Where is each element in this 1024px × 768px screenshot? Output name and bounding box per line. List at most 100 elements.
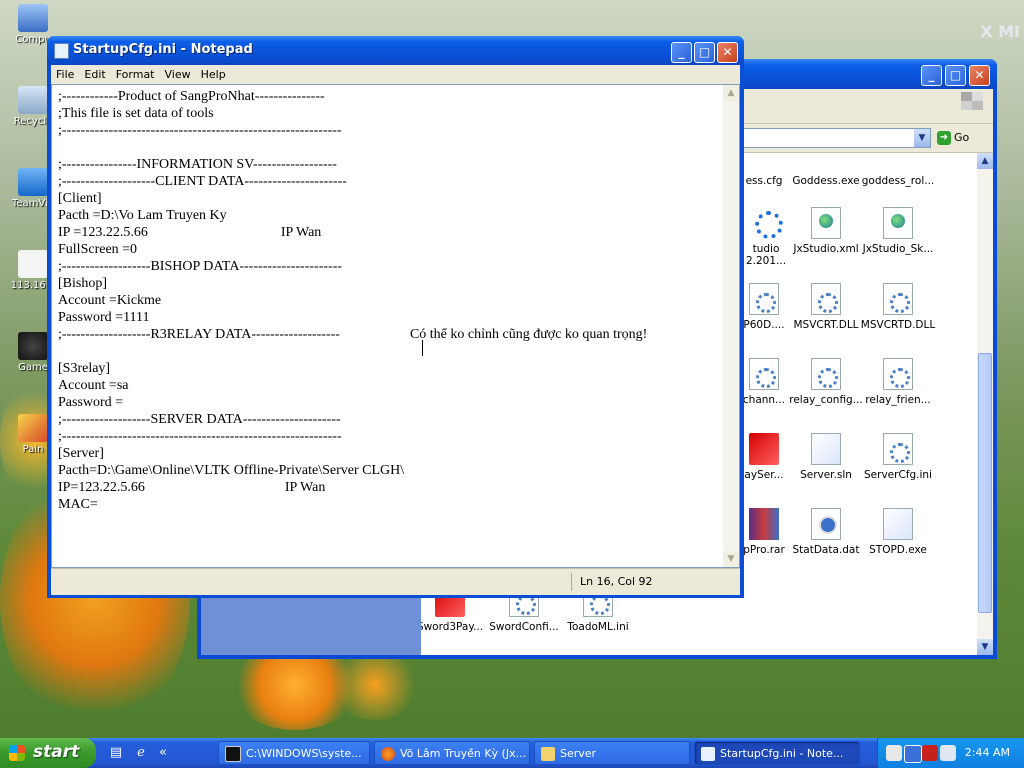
firefox-icon [381, 747, 395, 761]
file-name: Goddess.exe [792, 175, 860, 187]
close-button[interactable]: ✕ [969, 65, 990, 86]
file-name: STOPD.exe [869, 544, 927, 556]
network-icon[interactable] [940, 745, 956, 761]
gear-icon [883, 283, 913, 315]
taskbar: start ▤ ℯ « C:\WINDOWS\syste... Võ Lâm T… [0, 738, 1024, 768]
gear-icon [749, 358, 779, 390]
text-line [58, 343, 647, 360]
rar-archive-icon [749, 508, 779, 540]
text-line: Account =Kickme [58, 293, 162, 308]
cursor-position: Ln 16, Col 92 [571, 573, 736, 591]
file-name: ess.cfg [745, 175, 783, 187]
exe-file-icon [883, 508, 913, 540]
text-line: ;-------------------BISHOP DATA---------… [58, 259, 343, 274]
cmd-icon [225, 746, 241, 762]
file-item[interactable]: relay_frien... [859, 358, 937, 406]
gear-icon [811, 358, 841, 390]
task-label: C:\WINDOWS\syste... [246, 747, 362, 760]
menu-edit[interactable]: Edit [79, 65, 110, 81]
file-item[interactable]: relay_config... [787, 358, 865, 406]
text-line: FullScreen =0 [58, 242, 138, 257]
scroll-down-button[interactable]: ▼ [977, 639, 993, 655]
text-line: Pacth =D:\Vo Lam Truyen Ky [58, 208, 227, 223]
show-desktop-icon[interactable]: ▤ [108, 745, 124, 761]
desktop-icon-label: Game [18, 362, 48, 373]
text-line: Password =1111 [58, 310, 150, 325]
file-item[interactable]: MSVCRT.DLL [787, 283, 865, 331]
minimize-button[interactable]: _ [671, 42, 692, 63]
file-item[interactable]: STOPD.exe [859, 508, 937, 556]
file-item[interactable]: JxStudio.xml [787, 207, 865, 255]
gear-icon [883, 433, 913, 465]
text-line: Account =sa [58, 378, 129, 393]
text-editor-area[interactable]: ;------------Product of SangProNhat-----… [51, 84, 740, 568]
globe-icon [811, 207, 841, 239]
language-icon[interactable] [904, 745, 922, 763]
gear-icon [883, 358, 913, 390]
folder-icon [541, 747, 555, 761]
clock: 2:44 AM [964, 746, 1010, 759]
windows-logo-icon [961, 92, 983, 110]
taskbar-button-notepad[interactable]: StartupCfg.ini - Note... [694, 741, 860, 765]
scroll-thumb[interactable] [978, 353, 992, 613]
file-item[interactable]: MSVCRTD.DLL [859, 283, 937, 331]
menu-view[interactable]: View [160, 65, 196, 81]
status-bar: Ln 16, Col 92 [51, 568, 740, 595]
antivirus-icon[interactable] [922, 745, 938, 761]
data-file-icon [811, 508, 841, 540]
menu-format[interactable]: Format [111, 65, 160, 81]
text-line: ;--------------------CLIENT DATA--------… [58, 174, 347, 189]
start-button[interactable]: start [0, 738, 96, 768]
file-name: relay_config... [789, 394, 863, 406]
desktop-icon-label: Pain [22, 444, 44, 455]
file-name: MSVCRT.DLL [793, 319, 859, 331]
file-name: tudio 2.201... [745, 243, 787, 267]
internet-explorer-icon[interactable]: ℯ [133, 745, 149, 761]
file-item[interactable]: goddess_rol... [859, 139, 937, 187]
volume-icon[interactable] [886, 745, 902, 761]
editor-scrollbar[interactable]: ▲ ▼ [723, 85, 739, 567]
scroll-up-button[interactable]: ▲ [977, 153, 993, 169]
explorer-scrollbar[interactable]: ▲ ▼ [977, 153, 993, 655]
close-button[interactable]: ✕ [717, 42, 738, 63]
notepad-titlebar[interactable]: StartupCfg.ini - Notepad _ □ ✕ [47, 36, 744, 65]
menu-file[interactable]: File [51, 65, 79, 81]
menu-help[interactable]: Help [196, 65, 231, 81]
file-item[interactable]: ServerCfg.ini [859, 433, 937, 481]
quicklaunch-expand-icon[interactable]: « [155, 745, 171, 761]
server-exe-icon [749, 433, 779, 465]
text-line: ;-------------------SERVER DATA---------… [58, 412, 341, 427]
text-line: ;------------Product of SangProNhat-----… [58, 89, 325, 104]
go-button[interactable]: ➜ Go [937, 128, 985, 148]
taskbar-button-server-folder[interactable]: Server [534, 741, 690, 765]
file-item[interactable]: Goddess.exe [787, 139, 865, 187]
scroll-up-button[interactable]: ▲ [723, 85, 739, 101]
menu-bar: File Edit Format View Help [51, 65, 740, 84]
text-line: IP =123.22.5.66 IP Wan [58, 225, 322, 240]
taskbar-button-firefox[interactable]: Võ Lâm Truyền Kỳ (Jx... [374, 741, 530, 765]
file-item[interactable]: JxStudio_Sk... [859, 207, 937, 255]
minimize-button[interactable]: _ [921, 65, 942, 86]
text-line: IP=123.22.5.66 IP Wan [58, 480, 326, 495]
taskbar-button-cmd[interactable]: C:\WINDOWS\syste... [218, 741, 370, 765]
file-name: relay_frien... [865, 394, 931, 406]
file-name: Server.sln [800, 469, 852, 481]
text-line: [S3relay] [58, 361, 111, 376]
text-line: [Server] [58, 446, 104, 461]
text-line: [Bishop] [58, 276, 107, 291]
task-label: Server [560, 747, 597, 760]
globe-icon [883, 207, 913, 239]
game-icon [18, 332, 48, 360]
file-item[interactable]: Server.sln [787, 433, 865, 481]
notepad-window: StartupCfg.ini - Notepad _ □ ✕ File Edit F… [47, 36, 744, 598]
maximize-button[interactable]: □ [945, 65, 966, 86]
scroll-down-button[interactable]: ▼ [723, 551, 739, 567]
go-label: Go [954, 131, 970, 144]
computer-icon [18, 4, 48, 32]
file-name: ToadoML.ini [567, 621, 629, 633]
file-item[interactable]: StatData.dat [787, 508, 865, 556]
file-name: SwordConfi... [489, 621, 559, 633]
text-line: [Client] [58, 191, 102, 206]
window-title: StartupCfg.ini - Notepad [73, 42, 253, 57]
maximize-button[interactable]: □ [694, 42, 715, 63]
